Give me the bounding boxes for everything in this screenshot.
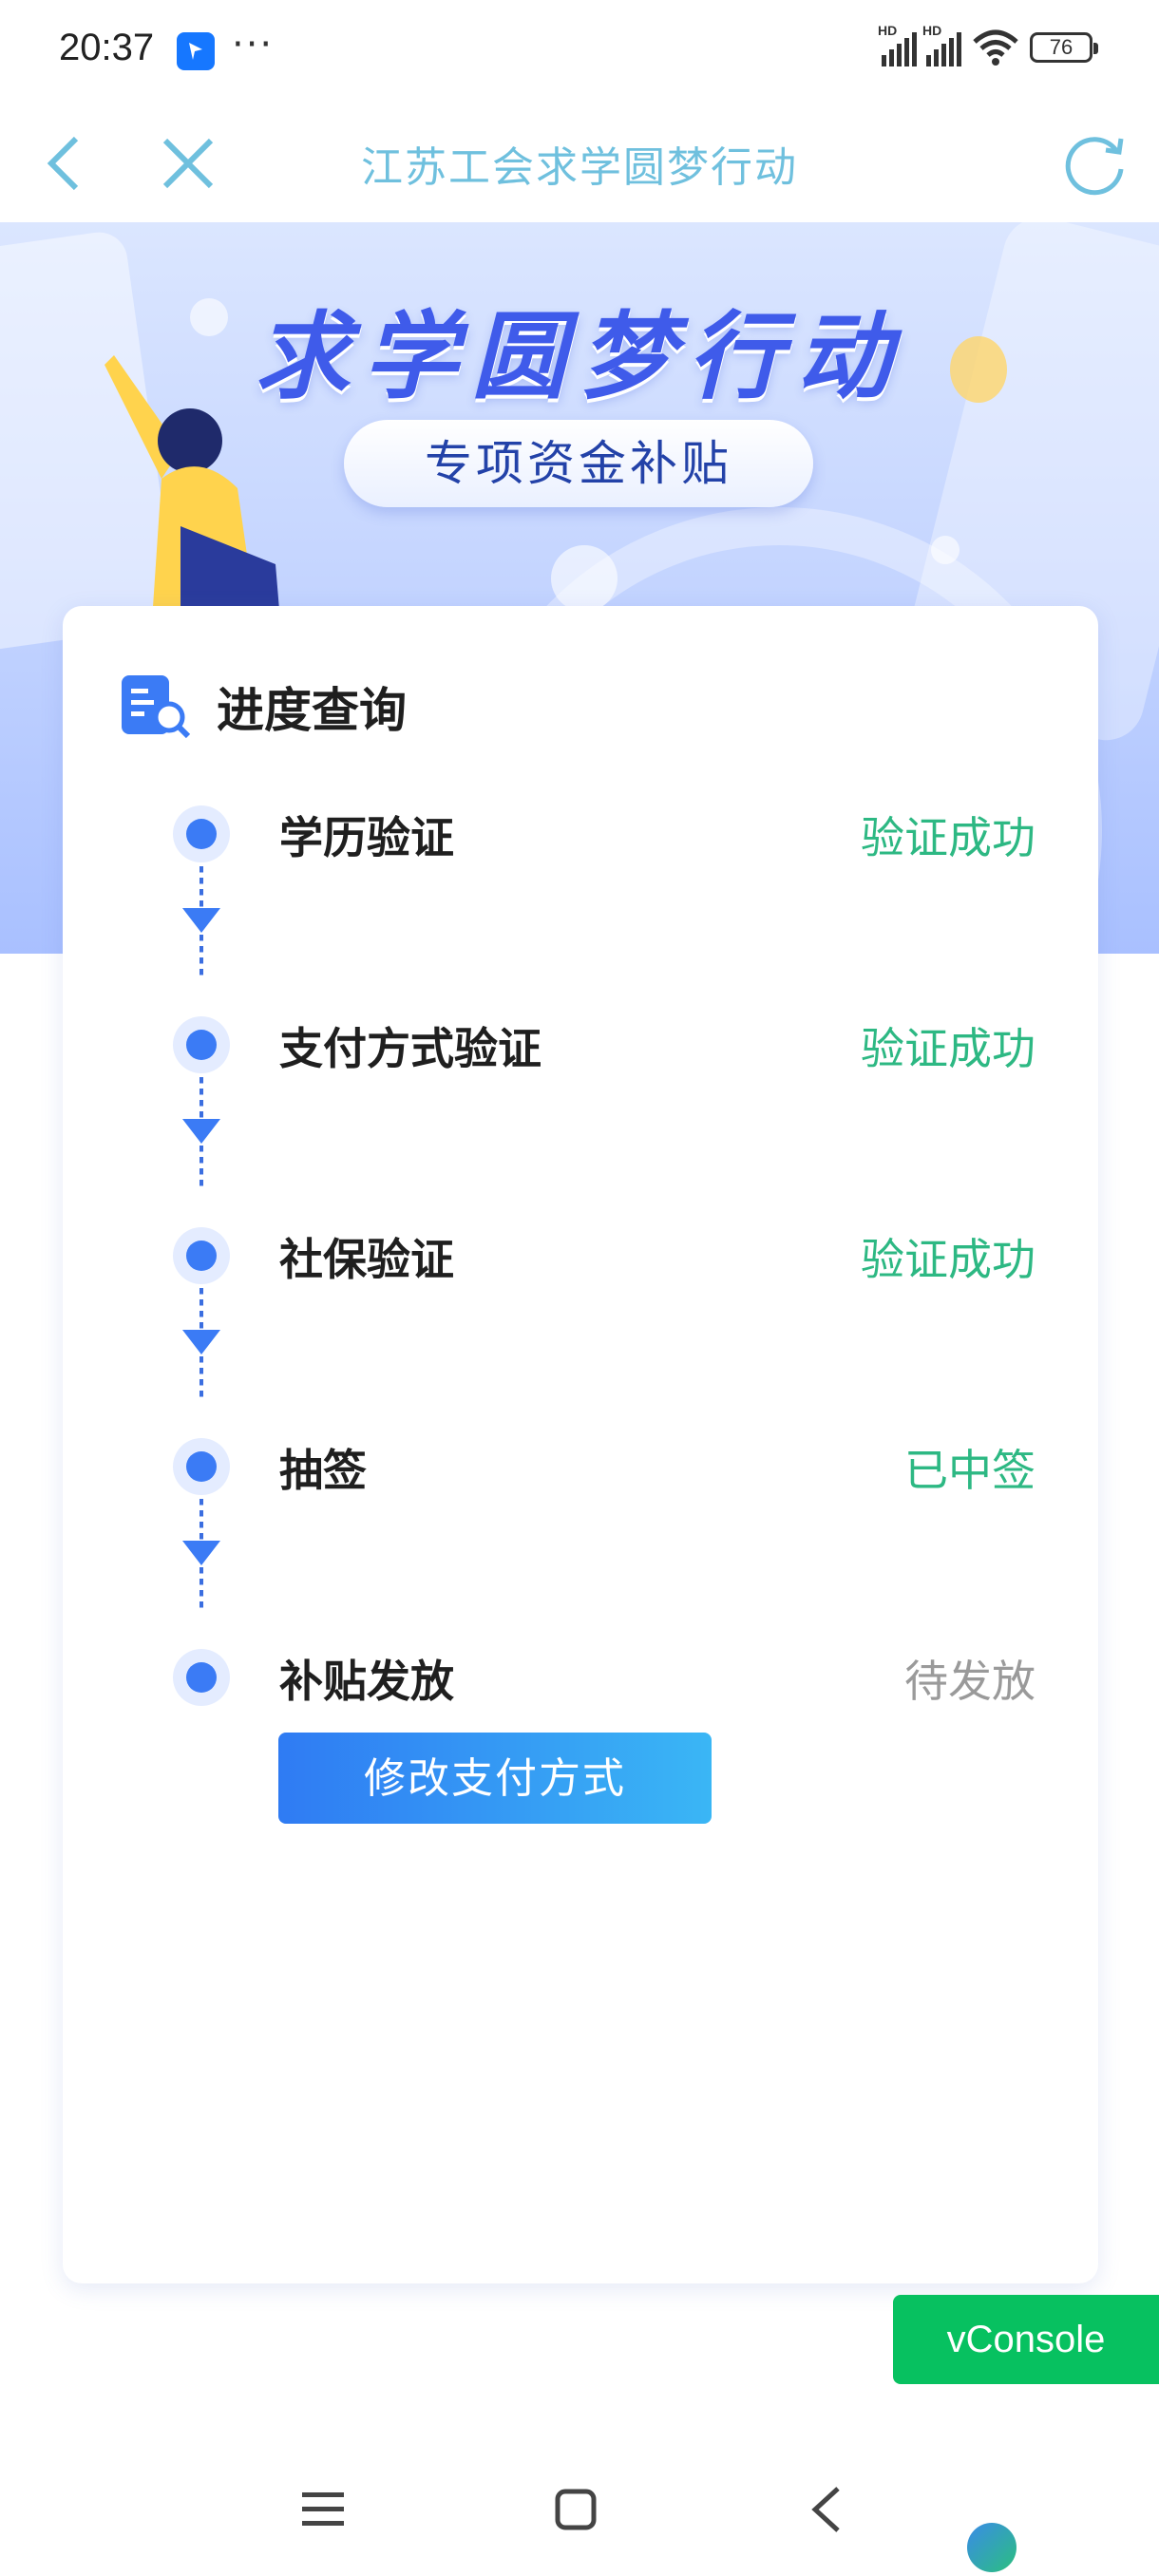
step-status: 已中签 — [904, 1445, 1036, 1496]
step-dot-icon — [173, 1227, 230, 1284]
step-label: 补贴发放 — [279, 1656, 454, 1707]
progress-step-payment: 支付方式验证 验证成功 — [63, 1007, 1098, 1083]
step-label: 抽签 — [279, 1445, 367, 1496]
progress-step-social-security: 社保验证 验证成功 — [63, 1218, 1098, 1294]
step-label: 支付方式验证 — [279, 1023, 542, 1074]
vconsole-button[interactable]: vConsole — [893, 2295, 1159, 2384]
document-search-icon — [122, 675, 191, 739]
refresh-button[interactable] — [1062, 131, 1129, 198]
menu-icon[interactable] — [302, 2491, 344, 2529]
step-label: 社保验证 — [279, 1234, 454, 1285]
hero-subtitle-pill: 专项资金补贴 — [344, 420, 813, 507]
step-dot-icon — [173, 1016, 230, 1073]
refresh-icon — [1065, 137, 1124, 196]
timeline-arrow-icon — [182, 908, 220, 933]
bubble-decoration — [551, 545, 618, 612]
battery-icon: 76 — [1030, 32, 1098, 63]
step-dot-icon — [173, 1438, 230, 1495]
signal-icon: HD — [878, 23, 917, 66]
step-label: 学历验证 — [279, 812, 454, 863]
back-triangle-icon[interactable] — [808, 2485, 846, 2534]
status-time: 20:37 — [59, 27, 155, 68]
wifi-icon — [973, 29, 1018, 66]
page-title: 江苏工会求学圆梦行动 — [361, 143, 798, 192]
progress-step-lottery: 抽签 已中签 — [63, 1429, 1098, 1505]
hd-label: HD — [922, 23, 942, 38]
progress-card: 进度查询 学历验证 验证成功 支付方式验证 验证成功 社保验证 验证成功 抽签 … — [63, 606, 1098, 2283]
modify-payment-button[interactable]: 修改支付方式 — [278, 1733, 712, 1824]
progress-step-disbursement: 补贴发放 待发放 — [63, 1639, 1098, 1715]
step-status: 验证成功 — [861, 1234, 1036, 1285]
timeline-arrow-icon — [182, 1541, 220, 1565]
more-notifications-icon: ··· — [232, 23, 275, 66]
step-status: 验证成功 — [861, 1023, 1036, 1074]
app-notification-icon — [177, 32, 215, 70]
step-dot-icon — [173, 1649, 230, 1706]
hero-title: 求学圆梦行动 — [255, 301, 904, 412]
timeline-arrow-icon — [182, 1330, 220, 1354]
card-header: 进度查询 — [120, 669, 407, 745]
step-dot-icon — [173, 805, 230, 862]
home-square-icon[interactable] — [555, 2489, 597, 2530]
bubble-decoration — [931, 536, 960, 564]
step-status: 待发放 — [904, 1656, 1036, 1707]
signal-icon: HD — [922, 23, 961, 66]
title-bar: 江苏工会求学圆梦行动 — [0, 104, 1159, 222]
card-title: 进度查询 — [217, 683, 407, 738]
step-status: 验证成功 — [861, 812, 1036, 863]
status-bar: 20:37 ··· HD HD 76 — [0, 0, 1159, 104]
progress-step-education: 学历验证 验证成功 — [63, 796, 1098, 872]
status-indicators: HD HD 76 — [878, 23, 1098, 66]
navigation-bar — [0, 2443, 1159, 2576]
app-logo-icon — [967, 2523, 1016, 2572]
hd-label: HD — [878, 23, 898, 38]
timeline-arrow-icon — [182, 1119, 220, 1144]
